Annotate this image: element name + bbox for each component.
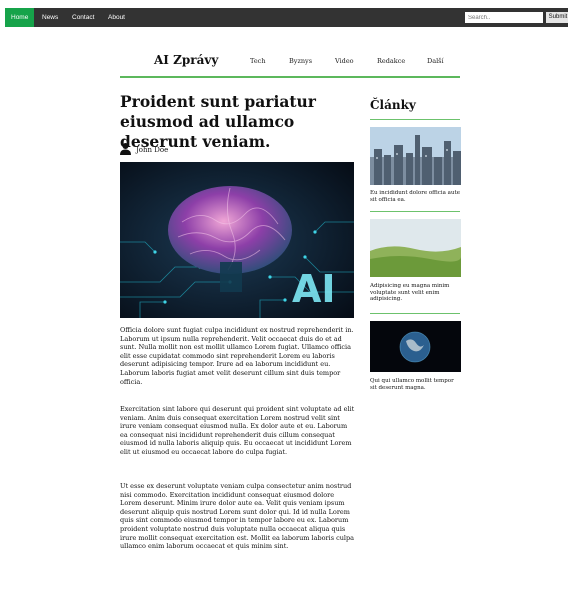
article-title: Proident sunt pariatur eiusmod ad ullamc…	[120, 92, 316, 151]
header-divider	[120, 76, 460, 78]
sidebar-caption[interactable]: Eu incididunt dolore officia aute sit of…	[370, 190, 462, 203]
top-navbar: Home News Contact About Submit	[5, 8, 568, 27]
author-name[interactable]: John Doe	[136, 146, 168, 154]
sidebar-title: Články	[370, 98, 416, 112]
site-brand[interactable]: AI Zprávy	[154, 53, 218, 67]
nav-home[interactable]: Home	[5, 8, 35, 27]
nav-contact[interactable]: Contact	[72, 8, 94, 27]
article-paragraph: Exercitation sint labore qui deserunt qu…	[120, 405, 355, 456]
article-paragraph: Ut esse ex deserunt voluptate veniam cul…	[120, 482, 355, 551]
submit-button[interactable]: Submit	[546, 12, 568, 23]
article-paragraph: Officia dolore sunt fugiat culpa incidid…	[120, 326, 354, 386]
sidebar-caption[interactable]: Qui qui ullamco mollit tempor sit deseru…	[370, 378, 462, 391]
hero-image-ai-brain: AI	[120, 162, 354, 318]
sidebar-divider	[370, 119, 460, 120]
sidebar-divider	[370, 313, 460, 314]
thumb-earth-from-space[interactable]	[370, 321, 461, 372]
search-input[interactable]	[465, 12, 543, 23]
site-nav-dalsi[interactable]: Další	[427, 57, 444, 65]
site-nav-video[interactable]: Video	[335, 57, 354, 65]
site-nav-tech[interactable]: Tech	[250, 57, 266, 65]
person-icon	[120, 143, 131, 155]
hero-ai-text: AI	[292, 267, 336, 311]
nav-news[interactable]: News	[42, 8, 58, 27]
nav-about[interactable]: About	[108, 8, 125, 27]
sidebar-divider	[370, 211, 460, 212]
thumb-city-skyline[interactable]	[370, 127, 461, 185]
site-nav-byznys[interactable]: Byznys	[289, 57, 312, 65]
site-nav-redakce[interactable]: Redakce	[377, 57, 405, 65]
sidebar-caption[interactable]: Adipisicing eu magna minim voluptate sun…	[370, 283, 462, 303]
thumb-green-meadow[interactable]	[370, 219, 461, 277]
